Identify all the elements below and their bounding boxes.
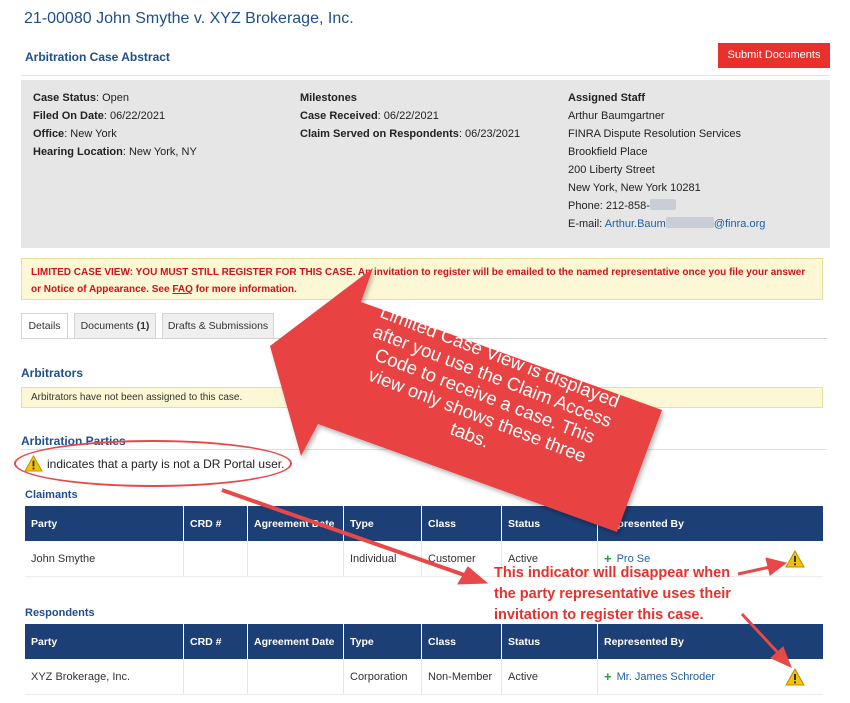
office-label: Office [33, 128, 65, 140]
staff-line: Arthur Baumgartner [568, 110, 665, 122]
staff-email-link[interactable]: Arthur.Baum @finra.org [605, 217, 765, 230]
staff-email: E-mail: Arthur.Baum @finra.org [568, 217, 766, 230]
column-header[interactable]: Agreement Date [247, 624, 343, 659]
column-header[interactable]: Party [25, 624, 183, 659]
type-cell: Corporation [343, 659, 421, 694]
column-header[interactable]: CRD # [183, 624, 247, 659]
column-header[interactable]: Type [343, 624, 421, 659]
column-header[interactable]: Status [501, 624, 597, 659]
case-title: 21-00080 John Smythe v. XYZ Brokerage, I… [24, 10, 354, 27]
claim-served-label: Claim Served on Respondents [300, 128, 459, 140]
arbitrators-title: Arbitrators [21, 366, 84, 380]
indicator-note: This indicator will disappear when the p… [494, 565, 731, 623]
claim-served-value: : 06/23/2021 [458, 128, 521, 140]
tab-documents[interactable]: Documents (1) [74, 313, 156, 339]
case-summary-panel: Case Status: Open Filed On Date: 06/22/2… [21, 80, 830, 248]
crd-cell [183, 659, 247, 694]
filed-date-value: : 06/22/2021 [103, 110, 166, 122]
column-header[interactable]: Class [421, 624, 501, 659]
table-row: XYZ Brokerage, Inc. Corporation Non-Memb… [25, 659, 823, 695]
represented-by-cell: + Mr. James Schroder [597, 659, 823, 694]
filed-date-label: Filed On Date [33, 110, 104, 122]
staff-line: Brookfield Place [568, 146, 648, 158]
abstract-bar: Arbitration Case Abstract Submit Documen… [21, 37, 830, 76]
milestones-title: Milestones [300, 92, 357, 104]
callout-text: Limited Case View is displayed after you… [365, 300, 623, 467]
agreement-cell [247, 541, 343, 576]
crd-cell [183, 541, 247, 576]
faq-link[interactable]: FAQ [172, 284, 193, 295]
case-received-value: : 06/22/2021 [377, 110, 439, 122]
column-header[interactable]: Represented By [597, 624, 823, 659]
tab-details[interactable]: Details [21, 313, 68, 339]
annotation-ellipse [14, 440, 292, 487]
documents-count: (1) [136, 320, 150, 332]
limited-view-notice: LIMITED CASE VIEW: YOU MUST STILL REGIST… [21, 258, 823, 300]
staff-line: New York, New York 10281 [568, 182, 701, 194]
class-cell: Non-Member [421, 659, 501, 694]
hearing-location-label: Hearing Location [33, 146, 123, 158]
redacted-block [665, 217, 714, 228]
case-info-column: Case Status: Open Filed On Date: 06/22/2… [33, 89, 197, 161]
type-cell: Individual [343, 541, 421, 576]
party-cell: XYZ Brokerage, Inc. [31, 670, 131, 683]
representative-link[interactable]: Mr. James Schroder [617, 671, 715, 683]
warning-icon [785, 668, 805, 686]
column-header[interactable]: Class [421, 506, 501, 541]
claimants-title: Claimants [25, 489, 78, 501]
abstract-title: Arbitration Case Abstract [25, 50, 170, 64]
milestones-column: Milestones Case Received: 06/22/2021 Cla… [300, 89, 520, 143]
office-value: : New York [64, 128, 117, 140]
tab-drafts-submissions[interactable]: Drafts & Submissions [162, 313, 274, 339]
case-status-value: : Open [95, 92, 130, 104]
assigned-staff-title: Assigned Staff [568, 92, 646, 104]
class-cell: Customer [421, 541, 501, 576]
staff-phone: Phone: 212-858- [568, 197, 765, 215]
table-header: Party CRD # Agreement Date Type Class St… [25, 506, 823, 541]
column-header[interactable]: Party [25, 506, 183, 541]
warning-icon [785, 550, 805, 568]
party-cell: John Smythe [31, 552, 96, 565]
plus-icon: + [604, 669, 612, 684]
column-header[interactable]: Agreement Date [247, 506, 343, 541]
respondents-title: Respondents [25, 607, 95, 619]
column-header[interactable]: CRD # [183, 506, 247, 541]
case-status-label: Case Status [33, 92, 96, 104]
submit-documents-button[interactable]: Submit Documents [718, 43, 830, 68]
column-header[interactable]: Represented By [597, 506, 823, 541]
staff-line: 200 Liberty Street [568, 164, 655, 176]
table-header: Party CRD # Agreement Date Type Class St… [25, 624, 823, 659]
staff-line: FINRA Dispute Resolution Services [568, 128, 742, 140]
respondents-table: Party CRD # Agreement Date Type Class St… [25, 624, 823, 695]
assigned-staff-column: Assigned Staff Arthur Baumgartner FINRA … [568, 89, 765, 233]
hearing-location-value: : New York, NY [122, 146, 197, 158]
agreement-cell [247, 659, 343, 694]
redacted-block [649, 199, 676, 210]
status-cell: Active [501, 659, 597, 694]
column-header[interactable]: Status [501, 506, 597, 541]
column-header[interactable]: Type [343, 506, 421, 541]
case-received-label: Case Received [300, 110, 378, 122]
